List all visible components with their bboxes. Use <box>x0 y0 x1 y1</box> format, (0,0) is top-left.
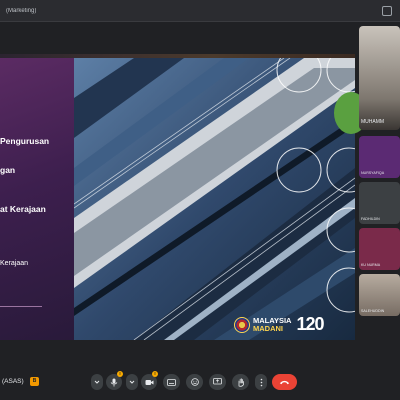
participant-name: FADHILDIN <box>361 217 380 221</box>
participant-tile[interactable]: MUHAMM <box>359 26 400 130</box>
participant-name: KU NURMA <box>361 263 381 267</box>
captions-button[interactable] <box>163 374 180 390</box>
emoji-button[interactable] <box>186 374 203 390</box>
raise-hand-button[interactable] <box>232 374 249 390</box>
participant-tile[interactable]: SALEHUDDIN <box>359 274 400 316</box>
present-screen-button[interactable] <box>209 374 226 390</box>
slide-title-line: gan <box>0 165 16 175</box>
meeting-controls-bar: (ASAS) B ! ! <box>0 362 400 400</box>
participant-rail: MUHAMM NURSYAFIQA FADHILDIN KU NURMA SAL… <box>357 26 400 326</box>
more-options-icon <box>260 378 262 386</box>
window-title: (Marketing) <box>6 7 37 14</box>
slide-title-line: at Kerajaan <box>0 204 46 214</box>
participant-tile[interactable]: FADHILDIN <box>359 182 400 224</box>
captions-icon <box>167 378 176 386</box>
slide-divider <box>0 306 42 307</box>
window-tab-icon[interactable] <box>382 6 392 16</box>
participant-name: NURSYAFIQA <box>361 171 385 175</box>
audio-options-button[interactable] <box>91 374 103 390</box>
warning-icon: ! <box>117 371 123 377</box>
microphone-button[interactable]: ! <box>106 371 123 390</box>
government-seal-icon <box>234 316 250 333</box>
building-photo <box>74 58 355 340</box>
hang-up-button[interactable] <box>272 374 297 390</box>
slide-title-line: Pengurusan <box>0 136 50 146</box>
meeting-name: (ASAS) <box>2 378 24 385</box>
participant-name: SALEHUDDIN <box>361 309 385 313</box>
logo-text-madani: MADANI <box>253 323 283 333</box>
microphone-icon <box>110 378 118 386</box>
participant-tile[interactable]: NURSYAFIQA <box>359 136 400 178</box>
emoji-icon <box>190 378 199 386</box>
hang-up-icon <box>279 380 290 385</box>
participant-tile[interactable]: KU NURMA <box>359 228 400 270</box>
slide-subtitle-line: Kerajaan <box>0 260 29 267</box>
more-options-button[interactable] <box>255 374 267 390</box>
camera-icon <box>145 379 153 385</box>
shared-screen: Pengurusan gan at Kerajaan Kerajaan MALA… <box>0 58 355 340</box>
window-title-bar: (Marketing) <box>0 0 400 22</box>
present-screen-icon <box>213 378 222 385</box>
raise-hand-icon <box>238 377 244 387</box>
warning-icon: ! <box>152 371 158 377</box>
slide-title-panel: Pengurusan gan at Kerajaan Kerajaan <box>0 58 74 340</box>
participant-name: MUHAMM <box>361 119 385 125</box>
dropdown-arrow-icon <box>129 380 135 384</box>
document-badge-icon[interactable]: B <box>30 377 39 386</box>
video-options-button[interactable] <box>126 374 138 390</box>
meet-window: (Marketing) Pengurusan gan at Kerajaan K… <box>0 0 400 400</box>
malaysia-madani-logo: MALAYSIA MADANI 120 <box>234 314 325 335</box>
dropdown-arrow-icon <box>94 380 100 384</box>
anniversary-logo: 120 <box>296 314 324 334</box>
camera-button[interactable]: ! <box>141 371 158 390</box>
